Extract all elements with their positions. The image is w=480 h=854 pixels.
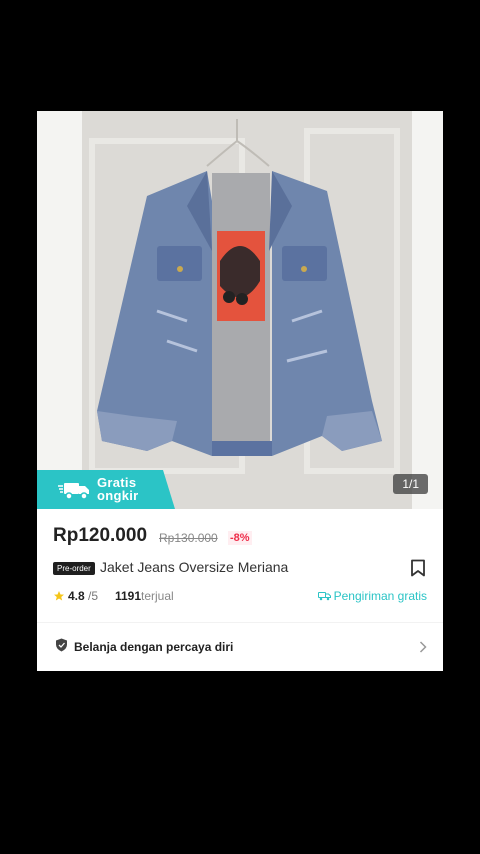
discount-badge: -8% xyxy=(228,531,252,545)
truck-small-icon xyxy=(317,592,331,601)
bookmark-icon[interactable] xyxy=(410,559,426,577)
trust-label[interactable]: Belanja dengan percaya diri xyxy=(74,640,233,654)
product-title: Jaket Jeans Oversize Meriana xyxy=(100,559,289,575)
chevron-right-icon[interactable] xyxy=(419,641,427,653)
shield-icon xyxy=(56,638,67,652)
truck-icon xyxy=(58,483,89,500)
rating-max: /5 xyxy=(88,589,99,603)
image-counter: 1/1 xyxy=(393,474,428,494)
rating-value: 4.8 xyxy=(68,589,85,603)
sold-label: terjual xyxy=(141,589,174,603)
current-price: Rp120.000 xyxy=(53,525,148,546)
badge-text: Gratis ongkir xyxy=(97,476,139,502)
divider xyxy=(37,622,443,623)
product-image[interactable]: Gratis ongkir 1/1 xyxy=(37,111,443,509)
original-price: Rp130.000 xyxy=(159,531,218,545)
jacket-photo xyxy=(37,111,443,509)
free-shipping-badge: Gratis ongkir xyxy=(37,470,175,509)
free-shipping-info[interactable]: Pengiriman gratis xyxy=(317,589,427,603)
badge-line2: ongkir xyxy=(97,488,139,503)
product-info: Rp120.000 Rp130.000 -8% Pre-order Jaket … xyxy=(37,509,443,671)
sold-count: 1191 xyxy=(115,589,142,603)
free-shipping-label: Pengiriman gratis xyxy=(333,589,427,603)
product-card: Gratis ongkir 1/1 Rp120.000 Rp130.000 -8… xyxy=(37,111,443,671)
preorder-tag: Pre-order xyxy=(53,562,95,575)
star-icon xyxy=(54,591,64,601)
